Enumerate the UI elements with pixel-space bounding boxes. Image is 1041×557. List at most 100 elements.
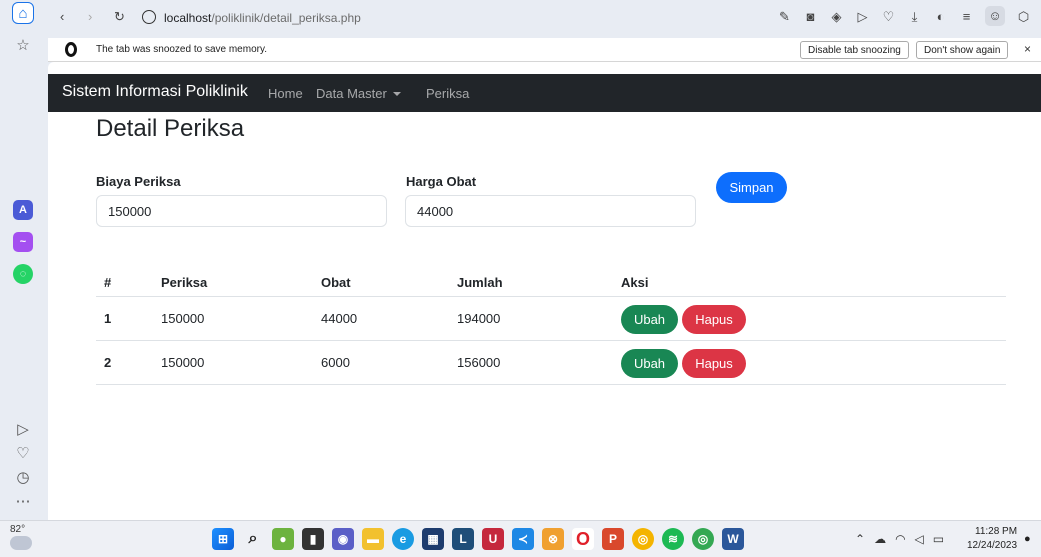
browser-sidebar: ⌂ ☆ A ~ ◌ ▷ ♡ ◷ ⋯ [0, 0, 48, 520]
snooze-info-bar: The tab was snoozed to save memory. Disa… [48, 38, 1041, 62]
edge-icon[interactable]: e [392, 528, 414, 550]
battery-icon[interactable]: ◐ [933, 9, 948, 26]
menu-icon[interactable]: ≡ [959, 9, 974, 26]
edit-icon[interactable]: ✎ [777, 9, 792, 26]
toolbar-actions: ✎ ◙ ◈ ▷ ♡ ⤓ ◐ ≡ ☺ ⬡ [777, 6, 1031, 26]
page-viewport: Sistem Informasi Poliklinik Home Data Ma… [48, 62, 1041, 520]
nav-data-master[interactable]: Data Master [316, 86, 401, 101]
star-icon[interactable]: ☆ [12, 34, 34, 56]
play-icon[interactable]: ▷ [855, 9, 870, 26]
back-icon[interactable]: ‹ [60, 9, 64, 24]
navbar-brand[interactable]: Sistem Informasi Poliklinik [62, 83, 248, 101]
close-icon[interactable]: × [1024, 42, 1031, 56]
cloud-icon [10, 536, 32, 550]
forward-icon[interactable]: › [88, 9, 92, 24]
word-icon[interactable]: W [722, 528, 744, 550]
snooze-message: The tab was snoozed to save memory. [96, 44, 268, 55]
battery-icon[interactable]: ▭ [933, 532, 944, 546]
powerpoint-icon[interactable]: P [602, 528, 624, 550]
mcafee-icon[interactable]: U [482, 528, 504, 550]
volume-icon[interactable]: ◁ [915, 532, 924, 546]
row-jumlah: 156000 [457, 355, 501, 370]
nav-periksa[interactable]: Periksa [426, 86, 469, 101]
address-bar[interactable]: localhost/poliklinik/detail_periksa.php [164, 11, 361, 25]
chrome-profile-icon[interactable]: ◎ [692, 528, 714, 550]
periksa-table: # Periksa Obat Jumlah Aksi 1 150000 4400… [96, 265, 1006, 385]
header-obat: Obat [321, 275, 351, 290]
row-periksa: 150000 [161, 311, 205, 326]
hapus-button[interactable]: Hapus [682, 349, 746, 378]
table-row: 2 150000 6000 156000 Ubah Hapus [96, 341, 1006, 385]
reload-icon[interactable]: ↻ [114, 9, 125, 25]
clock-date: 12/24/2023 [967, 540, 1018, 551]
xampp-icon[interactable]: ⊗ [542, 528, 564, 550]
download-icon[interactable]: ⤓ [907, 9, 922, 26]
simpan-button[interactable]: Simpan [716, 172, 787, 203]
disable-snoozing-button[interactable]: Disable tab snoozing [800, 41, 909, 59]
player-icon[interactable]: ▷ [12, 418, 34, 440]
header-no: # [104, 275, 112, 290]
camera-icon[interactable]: ◙ [803, 9, 818, 26]
notification-bell-icon[interactable]: ● [1024, 533, 1031, 545]
chrome-icon[interactable]: ◎ [632, 528, 654, 550]
linkedin-icon[interactable]: L [452, 528, 474, 550]
heart-icon[interactable]: ♡ [881, 9, 896, 26]
nav-home[interactable]: Home [268, 86, 303, 101]
biaya-periksa-label: Biaya Periksa [96, 174, 181, 189]
row-obat: 6000 [321, 355, 350, 370]
vscode-icon[interactable]: ≺ [512, 528, 534, 550]
row-periksa: 150000 [161, 355, 205, 370]
file-explorer-icon[interactable]: ▬ [362, 528, 384, 550]
caret-down-icon [392, 92, 401, 96]
heart-icon[interactable]: ♡ [12, 442, 34, 464]
row-no: 1 [104, 311, 112, 326]
clock[interactable]: 11:28 PM 12/24/2023 [967, 525, 1017, 553]
weather-widget[interactable]: 82° [10, 524, 32, 550]
more-icon[interactable]: ⋯ [12, 490, 34, 512]
biaya-periksa-input[interactable] [96, 195, 387, 227]
header-periksa: Periksa [161, 275, 208, 290]
opera-icon[interactable]: O [572, 528, 594, 550]
wifi-icon[interactable]: ◠ [895, 532, 905, 546]
chat-icon[interactable]: ● [272, 528, 294, 550]
header-aksi: Aksi [621, 275, 649, 290]
row-no: 2 [104, 355, 112, 370]
onedrive-icon[interactable]: ☁ [874, 532, 886, 546]
header-jumlah: Jumlah [457, 275, 503, 290]
history-icon[interactable]: ◷ [12, 466, 34, 488]
chevron-up-icon[interactable]: ⌃ [855, 532, 865, 546]
hapus-button[interactable]: Hapus [682, 305, 746, 334]
ubah-button[interactable]: Ubah [621, 349, 678, 378]
taskbar-apps: ⊞ ⌕ ● ▮ ◉ ▬ e ▦ L U ≺ ⊗ O P ◎ ≋ ◎ W [212, 528, 744, 550]
page-title: Detail Periksa [96, 115, 245, 142]
taskbar: 82° ⊞ ⌕ ● ▮ ◉ ▬ e ▦ L U ≺ ⊗ O P ◎ ≋ ◎ W … [0, 520, 1041, 557]
weather-temp: 82° [10, 524, 26, 535]
harga-obat-label: Harga Obat [406, 174, 477, 189]
store-icon[interactable]: ▦ [422, 528, 444, 550]
extensions-icon[interactable]: ⬡ [1016, 9, 1031, 26]
ubah-button[interactable]: Ubah [621, 305, 678, 334]
browser-toolbar: ‹ › ↻ localhost/poliklinik/detail_periks… [48, 0, 1041, 38]
windows-start-icon[interactable]: ⊞ [212, 528, 234, 550]
dont-show-again-button[interactable]: Don't show again [916, 41, 1009, 59]
spotify-icon[interactable]: ≋ [662, 528, 684, 550]
profile-icon[interactable]: ☺ [985, 6, 1005, 26]
aria-icon[interactable]: A [13, 200, 33, 220]
row-jumlah: 194000 [457, 311, 501, 326]
messenger-icon[interactable]: ~ [13, 232, 33, 252]
home-icon[interactable]: ⌂ [12, 2, 34, 24]
search-icon[interactable]: ⌕ [242, 528, 264, 550]
shield-icon[interactable]: ◈ [829, 9, 844, 26]
globe-icon [142, 10, 156, 24]
whatsapp-icon[interactable]: ◌ [13, 264, 33, 284]
opera-logo-icon [65, 42, 77, 57]
clock-time: 11:28 PM [975, 526, 1018, 537]
teams-icon[interactable]: ◉ [332, 528, 354, 550]
table-header-row: # Periksa Obat Jumlah Aksi [96, 265, 1006, 297]
task-view-icon[interactable]: ▮ [302, 528, 324, 550]
table-row: 1 150000 44000 194000 Ubah Hapus [96, 297, 1006, 341]
row-obat: 44000 [321, 311, 358, 326]
harga-obat-input[interactable] [405, 195, 696, 227]
navbar: Sistem Informasi Poliklinik Home Data Ma… [48, 74, 1041, 112]
system-tray: ⌃ ☁ ◠ ◁ ▭ [855, 532, 944, 546]
